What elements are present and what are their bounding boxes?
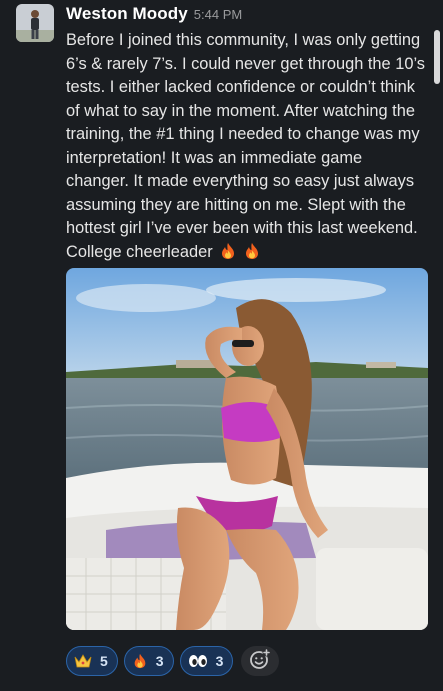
reaction-eyes[interactable]: 3 [179,646,234,676]
avatar[interactable] [16,4,54,42]
add-reaction-button[interactable] [241,646,280,676]
message-text-container: Before I joined this community, I was on… [66,29,428,264]
add-emoji-icon [249,648,271,675]
fire-emoji-icon [243,242,261,260]
message-header: Weston Moody 5:44 PM [66,4,242,28]
reaction-count: 3 [215,653,224,669]
reaction-count: 3 [155,653,164,669]
author-name[interactable]: Weston Moody [66,4,188,24]
reaction-fire[interactable]: 3 [123,646,174,676]
reaction-crown[interactable]: 5 [66,646,118,676]
reaction-count: 5 [100,653,108,669]
fire-emoji-icon [219,242,237,260]
fire-icon [132,652,148,670]
attached-photo[interactable] [66,268,428,630]
reactions-bar: 5 3 3 [66,646,280,676]
message-text: Before I joined this community, I was on… [66,31,425,261]
message: Weston Moody 5:44 PM Before I joined thi… [0,0,443,691]
crown-icon [74,653,92,669]
eyes-icon [188,654,208,668]
scrollbar-thumb[interactable] [434,30,440,84]
photo-illustration [66,268,428,630]
timestamp[interactable]: 5:44 PM [194,7,242,22]
